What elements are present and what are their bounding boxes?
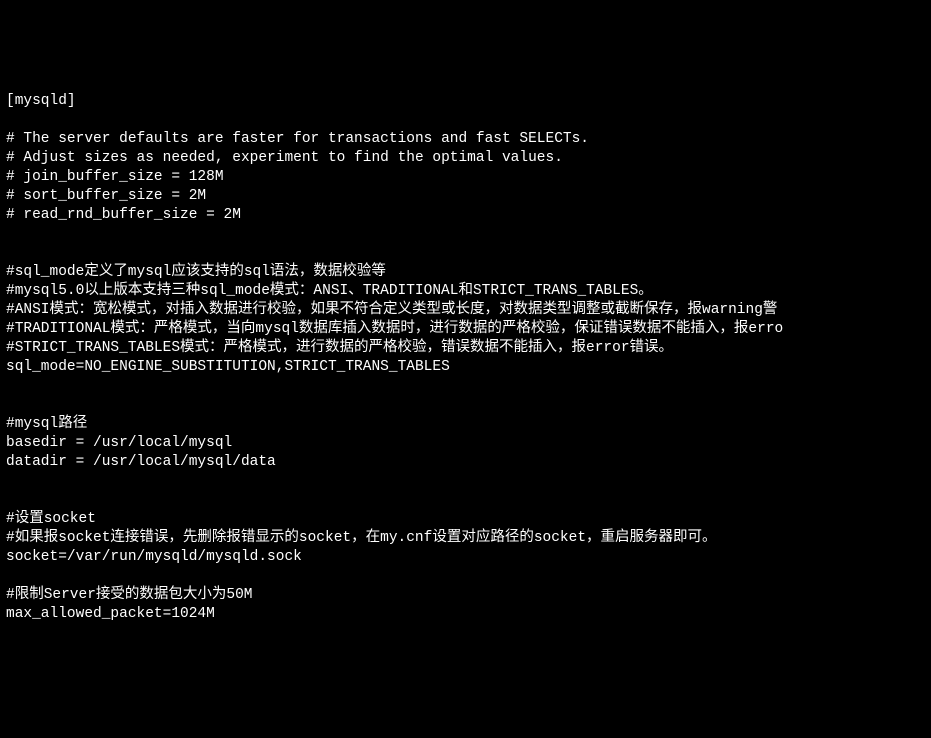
config-line: #限制Server接受的数据包大小为50M — [6, 586, 925, 605]
config-line — [6, 225, 925, 244]
config-line: # join_buffer_size = 128M — [6, 168, 925, 187]
config-line: # Adjust sizes as needed, experiment to … — [6, 149, 925, 168]
config-line: #mysql5.0以上版本支持三种sql_mode模式：ANSI、TRADITI… — [6, 282, 925, 301]
config-line — [6, 491, 925, 510]
config-line — [6, 377, 925, 396]
config-line — [6, 396, 925, 415]
config-line: #sql_mode定义了mysql应该支持的sql语法，数据校验等 — [6, 263, 925, 282]
config-line — [6, 111, 925, 130]
config-line: # The server defaults are faster for tra… — [6, 130, 925, 149]
config-line: socket=/var/run/mysqld/mysqld.sock — [6, 548, 925, 567]
config-line: # read_rnd_buffer_size = 2M — [6, 206, 925, 225]
config-line: max_allowed_packet=1024M — [6, 605, 925, 624]
config-file-content: [mysqld] # The server defaults are faste… — [6, 92, 925, 643]
config-line: #设置socket — [6, 510, 925, 529]
config-line: basedir = /usr/local/mysql — [6, 434, 925, 453]
config-line: #mysql路径 — [6, 415, 925, 434]
config-line: # sort_buffer_size = 2M — [6, 187, 925, 206]
config-line: sql_mode=NO_ENGINE_SUBSTITUTION,STRICT_T… — [6, 358, 925, 377]
config-line — [6, 472, 925, 491]
config-line: #TRADITIONAL模式：严格模式，当向mysql数据库插入数据时，进行数据… — [6, 320, 925, 339]
config-line: datadir = /usr/local/mysql/data — [6, 453, 925, 472]
config-line: #ANSI模式：宽松模式，对插入数据进行校验，如果不符合定义类型或长度，对数据类… — [6, 301, 925, 320]
config-line: #STRICT_TRANS_TABLES模式：严格模式，进行数据的严格校验，错误… — [6, 339, 925, 358]
config-line — [6, 567, 925, 586]
config-line: [mysqld] — [6, 92, 925, 111]
config-line — [6, 244, 925, 263]
config-line: #如果报socket连接错误，先删除报错显示的socket，在my.cnf设置对… — [6, 529, 925, 548]
config-line — [6, 624, 925, 643]
